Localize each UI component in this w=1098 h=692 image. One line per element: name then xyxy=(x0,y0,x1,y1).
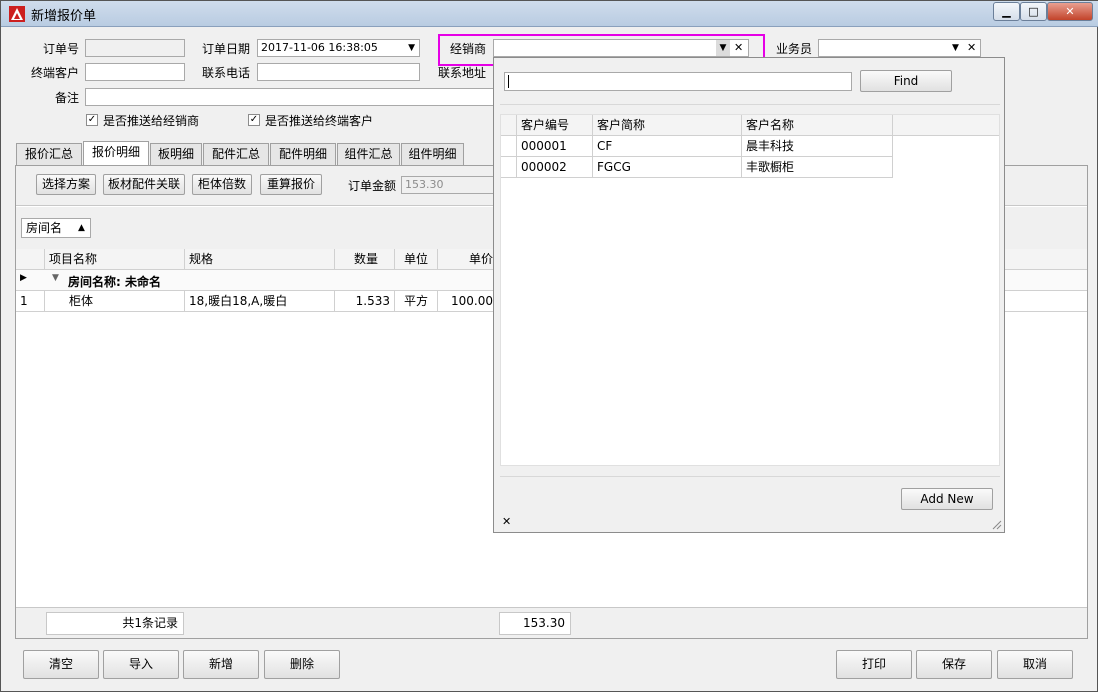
clear-button[interactable]: 清空 xyxy=(23,650,99,679)
clear-salesman-icon[interactable]: ✕ xyxy=(967,40,976,56)
row-indicator xyxy=(501,157,517,177)
group-by-label: 房间名 xyxy=(26,221,63,235)
popup-divider xyxy=(500,104,1000,105)
save-button[interactable]: 保存 xyxy=(916,650,992,679)
column-header[interactable]: 单价 xyxy=(438,249,498,269)
popup-divider xyxy=(500,476,1000,477)
remark-label: 备注 xyxy=(55,91,80,105)
app-logo-icon xyxy=(9,6,25,22)
group-row-label: 房间名称: 未命名 xyxy=(68,275,161,289)
item-name-cell[interactable]: 柜体 xyxy=(45,291,185,311)
column-header[interactable]: 规格 xyxy=(185,249,335,269)
order-amount-field: 153.30 xyxy=(401,176,496,194)
record-count: 共1条记录 xyxy=(46,612,184,635)
phone-field[interactable] xyxy=(257,63,420,81)
quote-window: 新增报价单 ▁ □ ✕ 订单号 订单日期 2017-11-06 16:38:05… xyxy=(0,0,1098,692)
customer-code-cell[interactable]: 000002 xyxy=(517,157,593,177)
order-date-value: 2017-11-06 16:38:05 xyxy=(261,41,378,54)
popup-row-indicator-header xyxy=(501,115,517,135)
customer-name-cell[interactable]: 晨丰科技 xyxy=(742,136,893,156)
order-amount-label: 订单金额 xyxy=(348,179,397,193)
collapse-icon[interactable]: ▼ xyxy=(52,273,59,283)
end-customer-label: 终端客户 xyxy=(31,66,80,80)
customer-short-cell[interactable]: FGCG xyxy=(593,157,742,177)
column-header[interactable]: 项目名称 xyxy=(45,249,185,269)
row-indicator xyxy=(501,136,517,156)
price-cell[interactable]: 100.00 xyxy=(438,291,498,311)
push-customer-checkbox[interactable]: ✓ xyxy=(248,114,260,126)
salesman-combo[interactable]: ▼ ✕ xyxy=(818,39,981,57)
panel-link-button[interactable]: 板材配件关联 xyxy=(103,174,185,195)
order-no-field[interactable] xyxy=(85,39,185,57)
qty-cell[interactable]: 1.533 xyxy=(335,291,395,311)
resize-grip-icon[interactable] xyxy=(990,518,1002,530)
customer-short-cell[interactable]: CF xyxy=(593,136,742,156)
spec-cell[interactable]: 18,暖白18,A,暖白 xyxy=(185,291,335,311)
maximize-button[interactable]: □ xyxy=(1020,2,1047,21)
order-no-label: 订单号 xyxy=(43,42,80,56)
cancel-button[interactable]: 取消 xyxy=(997,650,1073,679)
tab-fitting-detail[interactable]: 配件明细 xyxy=(270,143,336,165)
tab-quote-summary[interactable]: 报价汇总 xyxy=(16,143,82,165)
order-date-picker[interactable]: 2017-11-06 16:38:05 ▼ xyxy=(257,39,420,57)
close-popup-icon[interactable]: ✕ xyxy=(502,515,511,528)
group-by-room-chip[interactable]: 房间名 ▲ xyxy=(21,218,91,238)
column-header[interactable]: 数量 xyxy=(335,249,395,269)
sort-asc-icon[interactable]: ▲ xyxy=(78,219,85,237)
cabinet-multiple-button[interactable]: 柜体倍数 xyxy=(192,174,252,195)
tab-panel-detail[interactable]: 板明细 xyxy=(150,143,202,165)
order-date-label: 订单日期 xyxy=(202,42,251,56)
tab-fitting-summary[interactable]: 配件汇总 xyxy=(203,143,269,165)
popup-table-row[interactable]: 000002 FGCG 丰歌橱柜 xyxy=(501,157,893,178)
customer-code-cell[interactable]: 000001 xyxy=(517,136,593,156)
customer-name-cell[interactable]: 丰歌橱柜 xyxy=(742,157,893,177)
end-customer-field[interactable] xyxy=(85,63,185,81)
row-indicator-header xyxy=(16,249,45,269)
popup-table-row[interactable]: 000001 CF 晨丰科技 xyxy=(501,136,893,157)
row-index: 1 xyxy=(16,291,45,311)
chevron-down-icon[interactable]: ▼ xyxy=(408,40,415,56)
phone-label: 联系电话 xyxy=(202,66,251,80)
total-amount: 153.30 xyxy=(499,612,571,635)
delete-button[interactable]: 删除 xyxy=(264,650,340,679)
window-title: 新增报价单 xyxy=(31,9,97,24)
remark-field[interactable] xyxy=(85,88,495,106)
tab-quote-detail[interactable]: 报价明细 xyxy=(83,141,149,165)
chevron-down-icon[interactable]: ▼ xyxy=(952,40,959,56)
popup-grid-header: 客户编号 客户简称 客户名称 xyxy=(501,115,999,136)
column-header[interactable]: 单位 xyxy=(395,249,438,269)
title-bar: 新增报价单 ▁ □ ✕ xyxy=(1,1,1098,27)
dealer-lookup-popup: Find 客户编号 客户简称 客户名称 000001 CF 晨丰科技 00000… xyxy=(493,57,1005,533)
add-button[interactable]: 新增 xyxy=(183,650,259,679)
tab-component-summary[interactable]: 组件汇总 xyxy=(337,143,400,165)
popup-results-grid: 客户编号 客户简称 客户名称 000001 CF 晨丰科技 000002 FGC… xyxy=(500,114,1000,466)
push-dealer-checkbox[interactable]: ✓ xyxy=(86,114,98,126)
salesman-label: 业务员 xyxy=(776,42,813,56)
push-customer-label: 是否推送给终端客户 xyxy=(265,114,374,128)
select-plan-button[interactable]: 选择方案 xyxy=(36,174,96,195)
text-cursor xyxy=(508,75,509,88)
minimize-button[interactable]: ▁ xyxy=(993,2,1020,21)
column-header[interactable]: 客户编号 xyxy=(517,115,593,135)
column-header[interactable]: 客户名称 xyxy=(742,115,893,135)
unit-cell[interactable]: 平方 xyxy=(395,291,438,311)
address-label: 联系地址 xyxy=(438,66,487,80)
add-new-button[interactable]: Add New xyxy=(901,488,993,510)
column-header[interactable]: 客户简称 xyxy=(593,115,742,135)
tab-component-detail[interactable]: 组件明细 xyxy=(401,143,464,165)
print-button[interactable]: 打印 xyxy=(836,650,912,679)
close-window-button[interactable]: ✕ xyxy=(1047,2,1093,21)
recalc-button[interactable]: 重算报价 xyxy=(260,174,322,195)
import-button[interactable]: 导入 xyxy=(103,650,179,679)
row-pointer-icon: ▶ xyxy=(20,273,27,283)
push-dealer-label: 是否推送给经销商 xyxy=(103,114,200,128)
find-button[interactable]: Find xyxy=(860,70,952,92)
popup-search-input[interactable] xyxy=(504,72,852,91)
